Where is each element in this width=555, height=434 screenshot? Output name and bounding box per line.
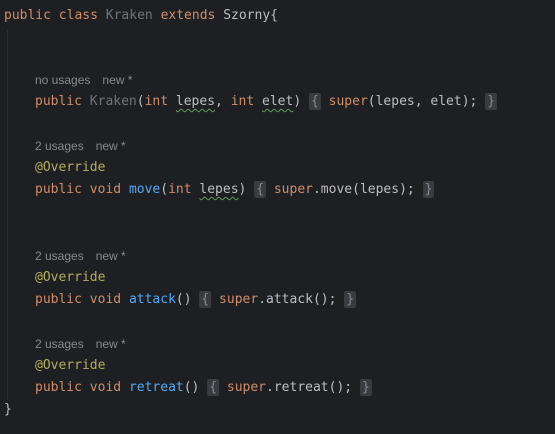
fold-open-brace[interactable]: { bbox=[308, 93, 321, 110]
usage-hint-retreat[interactable]: 2 usages new * bbox=[35, 334, 138, 354]
usages-count[interactable]: no usages bbox=[35, 73, 90, 87]
indent-guide bbox=[7, 30, 8, 400]
param-type: int bbox=[168, 182, 192, 197]
fold-close-brace[interactable]: } bbox=[344, 291, 357, 308]
keyword-public: public bbox=[35, 182, 82, 197]
class-declaration-line[interactable]: public class Kraken extends Szorny{ bbox=[4, 6, 278, 26]
super-call: .retreat(); bbox=[266, 380, 353, 395]
keyword-void: void bbox=[89, 380, 122, 395]
keyword-class: class bbox=[58, 8, 98, 23]
fold-open-brace[interactable]: { bbox=[207, 379, 220, 396]
parent-class-name: Szorny bbox=[223, 8, 271, 23]
method-name-move: move bbox=[128, 182, 161, 197]
author-hint[interactable]: new * bbox=[96, 249, 126, 263]
override-annotation: @Override bbox=[35, 270, 106, 285]
param-type: int bbox=[144, 94, 169, 109]
class-name: Kraken bbox=[105, 8, 153, 23]
usage-hint-attack[interactable]: 2 usages new * bbox=[35, 246, 138, 266]
annotation-line[interactable]: @Override bbox=[35, 268, 105, 288]
author-hint[interactable]: new * bbox=[96, 139, 126, 153]
keyword-extends: extends bbox=[160, 8, 216, 23]
method-name-retreat: retreat bbox=[128, 380, 184, 395]
param-lepes: lepes bbox=[199, 182, 239, 197]
usage-hint-constructor[interactable]: no usages new * bbox=[35, 70, 144, 90]
keyword-public: public bbox=[35, 292, 82, 307]
fold-close-brace[interactable]: } bbox=[422, 181, 435, 198]
open-brace: { bbox=[270, 8, 278, 23]
method-name-attack: attack bbox=[128, 292, 176, 307]
code-editor[interactable]: public class Kraken extends Szorny{ no u… bbox=[0, 0, 555, 434]
super-call: .attack(); bbox=[258, 292, 337, 307]
parens: () bbox=[175, 292, 192, 307]
fold-close-brace[interactable]: } bbox=[359, 379, 372, 396]
super-call-args: (lepes, elet); bbox=[367, 94, 478, 109]
fold-open-brace[interactable]: { bbox=[254, 181, 267, 198]
method-move-line[interactable]: public void move(int lepes) { super.move… bbox=[35, 180, 435, 200]
keyword-public: public bbox=[35, 380, 82, 395]
keyword-public: public bbox=[35, 94, 82, 109]
super-call: .move(lepes); bbox=[312, 182, 415, 197]
keyword-super: super bbox=[328, 94, 368, 109]
keyword-public: public bbox=[4, 8, 51, 23]
close-brace: } bbox=[4, 402, 12, 417]
param-elet: elet bbox=[262, 94, 294, 109]
constructor-name: Kraken bbox=[89, 94, 137, 109]
annotation-line[interactable]: @Override bbox=[35, 356, 105, 376]
keyword-super: super bbox=[226, 380, 267, 395]
class-close-line[interactable]: } bbox=[4, 400, 12, 420]
fold-open-brace[interactable]: { bbox=[199, 291, 212, 308]
usage-hint-move[interactable]: 2 usages new * bbox=[35, 136, 138, 156]
keyword-super: super bbox=[219, 292, 259, 307]
override-annotation: @Override bbox=[35, 358, 106, 373]
annotation-line[interactable]: @Override bbox=[35, 158, 105, 178]
constructor-line[interactable]: public Kraken(int lepes, int elet) { sup… bbox=[35, 92, 498, 112]
parens: () bbox=[183, 380, 200, 395]
keyword-void: void bbox=[89, 182, 122, 197]
param-type: int bbox=[230, 94, 255, 109]
usages-count[interactable]: 2 usages bbox=[35, 139, 84, 153]
keyword-super: super bbox=[273, 182, 313, 197]
usages-count[interactable]: 2 usages bbox=[35, 249, 84, 263]
param-lepes: lepes bbox=[175, 94, 216, 109]
author-hint[interactable]: new * bbox=[96, 337, 126, 351]
override-annotation: @Override bbox=[35, 160, 106, 175]
keyword-void: void bbox=[89, 292, 122, 307]
author-hint[interactable]: new * bbox=[102, 73, 132, 87]
method-retreat-line[interactable]: public void retreat() { super.retreat();… bbox=[35, 378, 372, 398]
usages-count[interactable]: 2 usages bbox=[35, 337, 84, 351]
fold-close-brace[interactable]: } bbox=[485, 93, 498, 110]
method-attack-line[interactable]: public void attack() { super.attack(); } bbox=[35, 290, 357, 310]
